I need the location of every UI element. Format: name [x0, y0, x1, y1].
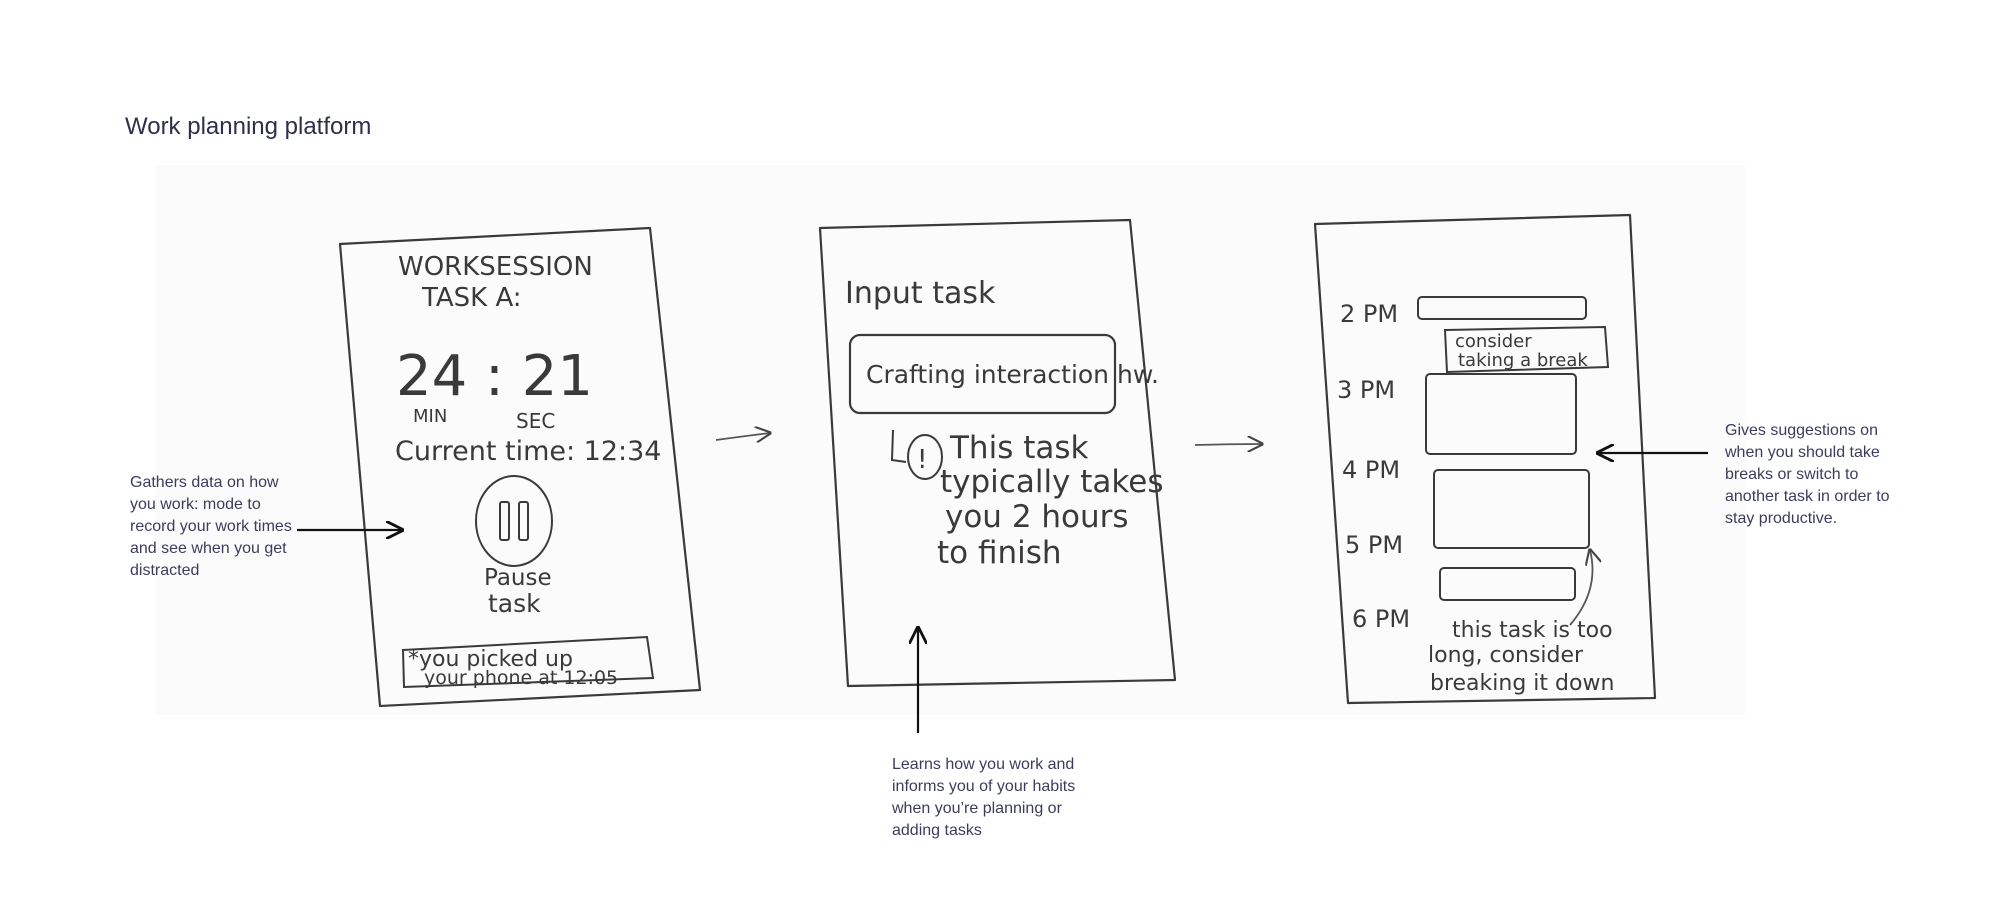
schedule-block-4pm[interactable] — [1433, 469, 1590, 549]
time-label-6pm: 6 PM — [1352, 605, 1410, 633]
task-label: TASK A: — [421, 283, 522, 313]
habit-tip-line3: you 2 hours — [945, 499, 1129, 535]
habit-tip-line1: This task — [949, 430, 1089, 466]
sketch-arrow-2 — [1194, 444, 1262, 445]
pause-icon[interactable] — [475, 475, 553, 567]
timer-min-label: MIN — [413, 406, 447, 427]
annotation-data-gathering: Gathers data on how you work: mode to re… — [130, 474, 292, 579]
task-input-field[interactable]: Crafting interaction hw. — [848, 333, 1159, 415]
warning-icon: ! — [907, 434, 943, 480]
task-input-value[interactable]: Crafting interaction hw. — [866, 360, 1159, 389]
annotation-suggestions: Gives suggestions on when you should tak… — [1725, 422, 1890, 527]
long-task-note-line3: breaking it down — [1430, 671, 1614, 696]
break-suggestion-bubble: consider taking a break — [1443, 325, 1610, 374]
habit-tip-line2: typically takes — [940, 464, 1163, 500]
schedule-block-3pm[interactable] — [1425, 373, 1577, 455]
break-suggestion-line2: taking a break — [1458, 350, 1588, 371]
long-task-note-line2: long, consider — [1428, 643, 1584, 668]
worksession-heading: WORKSESSION — [398, 252, 593, 282]
long-task-note-line1: this task is too — [1452, 618, 1613, 643]
annotation-habit-learning: Learns how you work and informs you of y… — [892, 756, 1076, 839]
tip-connector — [890, 429, 907, 463]
schedule-screen: 2 PM 3 PM 4 PM 5 PM 6 PM consider taking… — [1313, 213, 1657, 705]
long-task-pointer — [1569, 550, 1593, 626]
input-task-screen: Input task Crafting interaction hw. ! Th… — [818, 218, 1177, 688]
phone-alert-banner: *you picked up your phone at 12:05 — [401, 635, 655, 689]
pause-task-label[interactable]: task — [488, 589, 541, 618]
warning-icon-glyph: ! — [917, 445, 927, 475]
phone-alert-line2: your phone at 12:05 — [424, 667, 618, 689]
schedule-block-2pm[interactable] — [1417, 296, 1587, 320]
break-suggestion-line1: consider — [1455, 331, 1532, 352]
time-label-5pm: 5 PM — [1345, 531, 1403, 559]
sketch-arrow-1 — [715, 433, 770, 440]
time-label-3pm: 3 PM — [1337, 376, 1395, 404]
schedule-block-5pm[interactable] — [1439, 567, 1576, 601]
worksession-screen: WORKSESSION TASK A: 24 : 21 MIN SEC Curr… — [338, 226, 702, 708]
habit-tip-line4: to finish — [937, 535, 1062, 571]
input-task-heading: Input task — [845, 276, 996, 311]
time-label-2pm: 2 PM — [1340, 300, 1398, 328]
pause-label[interactable]: Pause — [484, 565, 552, 591]
time-label-4pm: 4 PM — [1342, 456, 1400, 484]
current-time-label: Current time: 12:34 — [395, 436, 661, 467]
timer-sec-label: SEC — [516, 409, 555, 433]
timer-display: 24 : 21 — [396, 344, 593, 409]
